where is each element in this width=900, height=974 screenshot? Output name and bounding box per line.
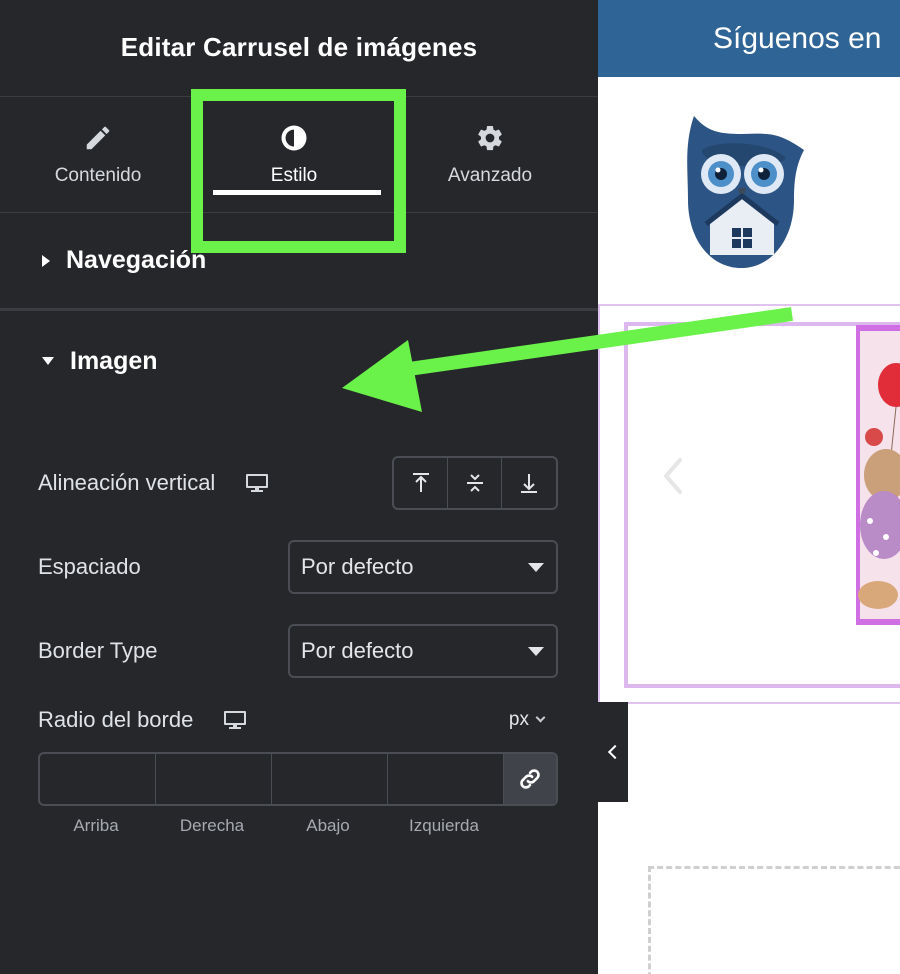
tab-contenido[interactable]: Contenido xyxy=(0,97,196,212)
dropdown-arrow-icon xyxy=(528,563,544,572)
panel-tabs: Contenido Estilo Avanzado xyxy=(0,97,598,213)
spacing-label: Espaciado xyxy=(38,554,141,579)
align-top-button[interactable] xyxy=(394,458,448,508)
border-radius-label: Radio del borde xyxy=(38,707,194,732)
caret-down-icon xyxy=(42,357,54,365)
gear-icon xyxy=(478,125,502,151)
radius-right-input[interactable] xyxy=(156,754,272,804)
unit-selector[interactable]: px xyxy=(508,709,546,731)
tab-label-contenido: Contenido xyxy=(54,165,142,186)
empty-section-placeholder[interactable] xyxy=(648,866,900,974)
radius-top-label: Arriba xyxy=(73,816,119,835)
page-preview: Síguenos en xyxy=(598,0,900,974)
section-title-imagen: Imagen xyxy=(70,346,158,375)
tab-label-avanzado: Avanzado xyxy=(447,165,533,186)
section-imagen-toggle[interactable]: Imagen xyxy=(0,311,598,411)
radius-bottom-input[interactable] xyxy=(272,754,388,804)
carousel-prev-arrow[interactable] xyxy=(658,456,688,496)
active-tab-indicator xyxy=(213,190,381,195)
vertical-align-buttons xyxy=(392,456,558,510)
border-type-select[interactable]: Por defecto xyxy=(288,624,558,678)
radius-right-label: Derecha xyxy=(179,816,245,835)
section-title-navegacion: Navegación xyxy=(66,246,207,274)
desktop-icon[interactable] xyxy=(223,710,247,730)
section-navegacion-toggle[interactable]: Navegación xyxy=(0,213,598,311)
align-bottom-button[interactable] xyxy=(502,458,556,508)
radius-top-input[interactable] xyxy=(40,754,156,804)
border-type-select-value: Por defecto xyxy=(301,638,414,663)
carousel-image xyxy=(856,325,900,625)
dropdown-arrow-icon xyxy=(528,647,544,656)
align-middle-button[interactable] xyxy=(448,458,502,508)
align-bottom-icon xyxy=(521,474,537,493)
desktop-icon[interactable] xyxy=(245,473,269,493)
border-radius-inputs xyxy=(38,752,558,806)
collapse-panel-button[interactable] xyxy=(598,702,628,802)
align-middle-icon xyxy=(466,474,483,492)
spacing-select-value: Por defecto xyxy=(301,554,414,579)
panel-title: Editar Carrusel de imágenes xyxy=(120,31,478,62)
tab-estilo[interactable]: Estilo xyxy=(196,97,392,212)
banner-text: Síguenos en xyxy=(713,21,882,55)
caret-right-icon xyxy=(42,254,50,267)
editor-panel: Editar Carrusel de imágenes Contenido Es… xyxy=(0,0,598,974)
contrast-icon xyxy=(281,125,307,151)
social-banner: Síguenos en xyxy=(598,0,900,77)
radius-bottom-label: Abajo xyxy=(306,816,350,835)
vertical-align-control: Alineación vertical xyxy=(38,456,558,510)
align-top-icon xyxy=(412,473,429,492)
link-icon xyxy=(520,769,540,789)
radius-left-label: Izquierda xyxy=(409,816,479,835)
border-type-control: Border Type Por defecto xyxy=(38,624,558,678)
spacing-control: Espaciado Por defecto xyxy=(38,540,558,594)
tab-avanzado[interactable]: Avanzado xyxy=(392,97,588,212)
vertical-align-label: Alineación vertical xyxy=(38,470,216,495)
owl-logo xyxy=(687,116,804,268)
spacing-select[interactable]: Por defecto xyxy=(288,540,558,594)
chevron-down-icon xyxy=(535,712,546,723)
panel-header: Editar Carrusel de imágenes xyxy=(0,0,598,97)
border-radius-control: Radio del borde px xyxy=(38,700,558,740)
border-radius-field-labels: Arriba Derecha Abajo Izquierda xyxy=(38,816,502,836)
pencil-icon xyxy=(86,126,110,150)
chevron-left-icon xyxy=(607,744,623,760)
tab-label-estilo: Estilo xyxy=(270,165,318,186)
unit-value: px xyxy=(508,709,529,730)
link-values-button[interactable] xyxy=(504,754,556,804)
radius-left-input[interactable] xyxy=(388,754,504,804)
border-type-label: Border Type xyxy=(38,638,158,663)
